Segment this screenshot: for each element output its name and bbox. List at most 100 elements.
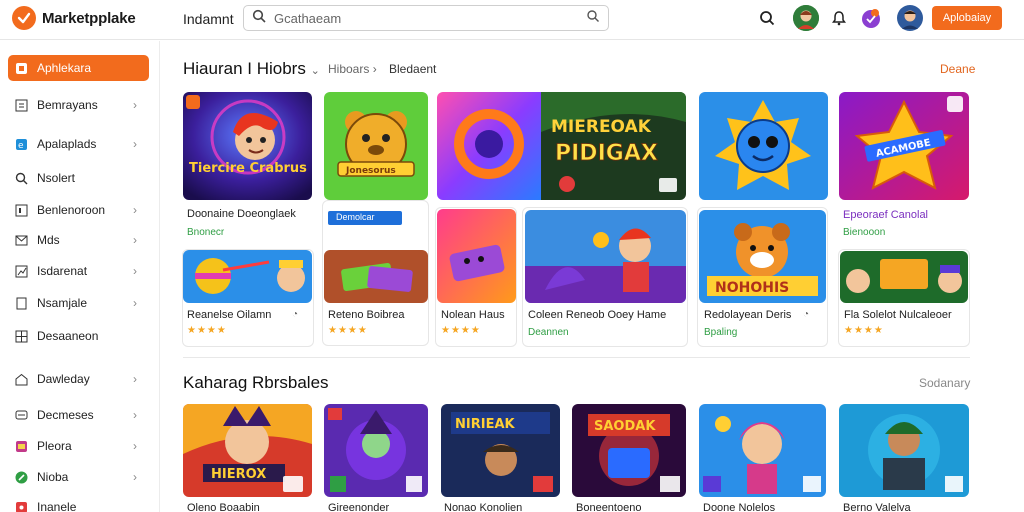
card-title[interactable]: Reanelse Oilamn [187, 309, 271, 321]
chevron-down-icon: ⌄ [310, 65, 320, 77]
chevron-right-icon: › [133, 137, 137, 151]
category-chip[interactable]: Demolcar [328, 211, 402, 225]
search-filter-icon[interactable] [586, 9, 600, 28]
card-title[interactable]: Redolayean Deris [704, 309, 791, 321]
chevron-right-icon: › [133, 264, 137, 278]
game-tile-wizard[interactable] [324, 404, 428, 497]
tile-art-text: Jonesorus [345, 166, 396, 176]
sidebar-item-benlenoroon[interactable]: Benlenoroon › [8, 197, 149, 223]
game-tile-star[interactable]: ACAMOBE [839, 92, 969, 200]
sidebar-item-label: Bemrayans [37, 98, 98, 112]
search-bar[interactable] [243, 5, 609, 31]
rating-stars: ★★★★ [187, 325, 227, 336]
card-title[interactable]: Berno Valelva [843, 502, 911, 512]
card-title[interactable]: Gireenonder [328, 502, 389, 512]
sidebar-item-pleora[interactable]: Pleora › [8, 433, 149, 459]
game-tile-bear[interactable]: Jonesorus [324, 92, 428, 200]
game-tile-dog[interactable]: NOHOHIS [699, 210, 826, 303]
card-title[interactable]: Coleen Reneob Ooey Hame [528, 309, 666, 321]
rewards-icon[interactable] [858, 5, 884, 31]
card-title[interactable]: Nonao Konolien [444, 502, 522, 512]
game-tile-slots[interactable] [840, 251, 968, 303]
sidebar-item-nsamjale[interactable]: Nsamjale › [8, 290, 149, 316]
sidebar-item-label: Inanele [37, 500, 77, 512]
game-tile-dominoes[interactable] [324, 250, 428, 303]
see-all-link[interactable]: Deane [940, 62, 975, 76]
brand-name: Marketpplake [42, 9, 136, 27]
breadcrumb-current[interactable]: Bledaent [389, 62, 436, 76]
sidebar-item-bemrayans[interactable]: Bemrayans › [8, 92, 149, 118]
mail-icon [14, 233, 28, 247]
sidebar-item-desaaneon[interactable]: Desaaneon [8, 323, 149, 349]
rating-stars: ★★★★ [328, 325, 368, 336]
game-tile-paint[interactable] [183, 250, 312, 303]
sidebar-item-aphlekara[interactable]: Aphlekara [8, 55, 149, 81]
tile-art-text: PIDIGAX [555, 141, 658, 166]
card-title[interactable]: Fla Solelot Nulcaleoer [844, 309, 952, 321]
game-tile-villain[interactable]: HIEROX [183, 404, 312, 497]
card-title[interactable]: Reteno Boibrea [328, 309, 404, 321]
game-tile-hero[interactable]: Tiercire Crabrus [183, 92, 312, 200]
game-tile-bandit[interactable]: NIRIEAK [441, 404, 560, 497]
game-tile-soldier[interactable] [839, 404, 969, 497]
card-title[interactable]: Doonaine Doeonglaek [187, 208, 296, 220]
sidebar-item-mds[interactable]: Mds › [8, 227, 149, 253]
sidebar-item-nioba[interactable]: Nioba › [8, 464, 149, 490]
chevron-right-icon: › [133, 98, 137, 112]
tile-art-text: Tiercire Crabrus [189, 161, 307, 176]
user-avatar[interactable] [793, 5, 819, 31]
card-title[interactable]: Epeoraef Canolal [843, 209, 928, 221]
card-subtitle: Bienooon [843, 227, 886, 238]
sidebar-item-dawleday[interactable]: Dawleday › [8, 366, 149, 392]
nav-link[interactable]: Indamnt [183, 11, 234, 27]
breadcrumb-item[interactable]: Hiboars › [328, 62, 377, 76]
options-icon[interactable]: ◔ [803, 309, 809, 320]
chevron-right-icon: › [133, 408, 137, 422]
chevron-right-icon: › [133, 203, 137, 217]
top-header: Marketpplake Indamnt Aplobaiay [0, 0, 1024, 40]
leaf-icon [14, 470, 28, 484]
table-icon [14, 329, 28, 343]
logo-icon [12, 6, 36, 30]
game-tile-sun[interactable] [699, 92, 828, 200]
game-tile-princess[interactable] [699, 404, 826, 497]
see-all-link[interactable]: Sodanary [919, 376, 970, 390]
sidebar-item-label: Pleora [37, 439, 72, 453]
doc-icon [14, 296, 28, 310]
brand-logo[interactable]: Marketpplake [12, 6, 136, 30]
tile-art-text: SAODAK [594, 419, 656, 434]
search-icon[interactable] [754, 5, 780, 31]
card-title[interactable]: Oleno Boaabin [187, 502, 260, 512]
search-icon [14, 171, 28, 185]
game-tile-robot[interactable]: SAODAK [572, 404, 686, 497]
cta-button[interactable]: Aplobaiay [932, 6, 1002, 30]
photo-icon [14, 439, 28, 453]
search-input[interactable] [266, 10, 586, 26]
section-divider [183, 357, 970, 358]
card-title[interactable]: Nolean Haus [441, 309, 505, 321]
grid-icon [14, 98, 28, 112]
card-subtitle: Deannen [528, 327, 569, 338]
sidebar-item-isdarenat[interactable]: Isdarenat › [8, 258, 149, 284]
rating-stars: ★★★★ [844, 325, 884, 336]
card-title[interactable]: Doone Nolelos [703, 502, 775, 512]
svg-text:e: e [18, 141, 24, 151]
sidebar-item-nsolert[interactable]: Nsolert [8, 165, 149, 191]
message-icon [14, 408, 28, 422]
section-title: Hiauran I Hiobrs ⌄ [183, 59, 320, 78]
card-subtitle: Bpaling [704, 327, 738, 338]
profile-avatar[interactable] [897, 5, 923, 31]
bag-icon [14, 61, 28, 75]
game-tile-block[interactable] [437, 209, 516, 303]
square-icon [14, 203, 28, 217]
notification-icon[interactable] [826, 5, 852, 31]
chevron-right-icon: › [133, 296, 137, 310]
card-title[interactable]: Boneentoeno [576, 502, 641, 512]
game-tile-adventure[interactable] [525, 210, 686, 303]
sidebar-item-apalaplads[interactable]: e Apalaplads › [8, 131, 149, 157]
game-tile-featured[interactable]: MIEREOAK PIDIGAX [437, 92, 686, 200]
sidebar-item-inanele[interactable]: Inanele [8, 494, 149, 512]
chevron-right-icon: › [133, 372, 137, 386]
options-icon[interactable]: ◔ [292, 309, 298, 320]
sidebar-item-decmeses[interactable]: Decmeses › [8, 402, 149, 428]
